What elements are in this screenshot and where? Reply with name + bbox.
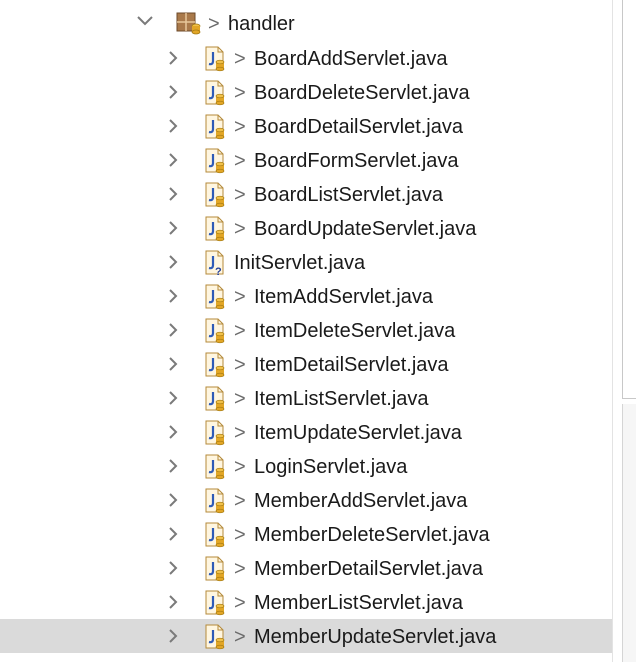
chevron-right-icon[interactable] — [166, 492, 180, 508]
dirty-marker: > — [208, 13, 220, 35]
chevron-right-icon[interactable] — [166, 390, 180, 406]
dirty-marker: > — [234, 592, 246, 614]
file-label: BoardDeleteServlet.java — [254, 82, 470, 104]
java-file-icon: ? — [205, 80, 225, 106]
tree-item-file[interactable]: ? > ItemAddServlet.java — [0, 279, 612, 313]
tree-item-file[interactable]: ? > LoginServlet.java — [0, 449, 612, 483]
java-file-icon: ? — [205, 386, 225, 412]
project-explorer-tree: > handler ? > BoardAddServlet.java — [0, 0, 612, 662]
java-file-icon: ? — [205, 454, 225, 480]
package-icon — [176, 12, 201, 35]
java-file-icon: ? — [205, 114, 225, 140]
chevron-right-icon[interactable] — [166, 118, 180, 134]
dirty-marker: > — [234, 184, 246, 206]
dirty-marker: > — [234, 150, 246, 172]
dirty-marker: > — [234, 82, 246, 104]
chevron-right-icon[interactable] — [166, 628, 180, 644]
tree-item-file[interactable]: ? > MemberListServlet.java — [0, 585, 612, 619]
tree-item-file[interactable]: ? > ItemListServlet.java — [0, 381, 612, 415]
java-file-icon: ? — [205, 216, 225, 242]
file-label: ItemListServlet.java — [254, 388, 429, 410]
dirty-marker: > — [234, 422, 246, 444]
tree-item-file[interactable]: ? > BoardUpdateServlet.java — [0, 211, 612, 245]
tree-item-file[interactable]: ? > MemberAddServlet.java — [0, 483, 612, 517]
tree-item-file[interactable]: ? > ItemUpdateServlet.java — [0, 415, 612, 449]
file-label: ItemAddServlet.java — [254, 286, 433, 308]
dirty-marker: > — [234, 456, 246, 478]
chevron-right-icon[interactable] — [166, 254, 180, 270]
java-file-icon: ? — [205, 250, 224, 276]
tree-item-file[interactable]: ? > MemberUpdateServlet.java — [0, 619, 612, 653]
chevron-right-icon[interactable] — [166, 424, 180, 440]
tree-item-file[interactable]: ? > BoardListServlet.java — [0, 177, 612, 211]
file-label: MemberDetailServlet.java — [254, 558, 483, 580]
java-file-icon: ? — [205, 46, 225, 72]
chevron-down-icon[interactable] — [136, 14, 154, 28]
chevron-right-icon[interactable] — [166, 322, 180, 338]
file-label: BoardFormServlet.java — [254, 150, 459, 172]
java-file-icon: ? — [205, 284, 225, 310]
chevron-right-icon[interactable] — [166, 186, 180, 202]
dirty-marker: > — [234, 218, 246, 240]
dirty-marker: > — [234, 490, 246, 512]
chevron-right-icon[interactable] — [166, 356, 180, 372]
tree-item-file[interactable]: ? > BoardAddServlet.java — [0, 41, 612, 75]
tree-item-file[interactable]: ? > BoardDetailServlet.java — [0, 109, 612, 143]
tree-item-file[interactable]: ? > BoardDeleteServlet.java — [0, 75, 612, 109]
file-label: LoginServlet.java — [254, 456, 408, 478]
chevron-right-icon[interactable] — [166, 458, 180, 474]
file-label: BoardDetailServlet.java — [254, 116, 463, 138]
file-label: InitServlet.java — [234, 252, 366, 274]
chevron-right-icon[interactable] — [166, 152, 180, 168]
chevron-right-icon[interactable] — [166, 594, 180, 610]
file-label: ItemUpdateServlet.java — [254, 422, 462, 444]
dirty-marker: > — [234, 48, 246, 70]
dirty-marker: > — [234, 524, 246, 546]
dirty-marker: > — [234, 354, 246, 376]
chevron-right-icon[interactable] — [166, 526, 180, 542]
file-label: BoardUpdateServlet.java — [254, 218, 477, 240]
editor-panel-edge — [622, 0, 636, 399]
dirty-marker: > — [234, 626, 246, 648]
file-label: MemberDeleteServlet.java — [254, 524, 490, 546]
chevron-right-icon[interactable] — [166, 288, 180, 304]
chevron-right-icon[interactable] — [166, 84, 180, 100]
tree-item-file[interactable]: ? > BoardFormServlet.java — [0, 143, 612, 177]
tree-item-file[interactable]: ? > ItemDeleteServlet.java — [0, 313, 612, 347]
file-label: MemberListServlet.java — [254, 592, 463, 614]
tree-item-file[interactable]: ? > MemberDetailServlet.java — [0, 551, 612, 585]
file-label: ItemDetailServlet.java — [254, 354, 449, 376]
dirty-marker: > — [234, 558, 246, 580]
package-label: handler — [228, 13, 295, 35]
outline-panel-edge — [622, 404, 636, 662]
java-file-icon: ? — [205, 522, 225, 548]
tree-item-file[interactable]: ? > ItemDetailServlet.java — [0, 347, 612, 381]
java-file-icon: ? — [205, 148, 225, 174]
svg-text:?: ? — [215, 266, 222, 276]
java-file-icon: ? — [205, 556, 225, 582]
java-file-icon: ? — [205, 488, 225, 514]
chevron-right-icon[interactable] — [166, 50, 180, 66]
panel-divider — [612, 0, 613, 662]
dirty-marker: > — [234, 320, 246, 342]
tree-item-file[interactable]: ? InitServlet.java — [0, 245, 612, 279]
file-label: MemberUpdateServlet.java — [254, 626, 497, 648]
java-file-icon: ? — [205, 318, 225, 344]
tree-item-file[interactable]: ? > MemberDeleteServlet.java — [0, 517, 612, 551]
file-label: MemberAddServlet.java — [254, 490, 468, 512]
dirty-marker: > — [234, 116, 246, 138]
java-file-icon: ? — [205, 352, 225, 378]
java-file-icon: ? — [205, 182, 225, 208]
chevron-right-icon[interactable] — [166, 560, 180, 576]
dirty-marker: > — [234, 388, 246, 410]
file-label: BoardAddServlet.java — [254, 48, 448, 70]
java-file-icon: ? — [205, 420, 225, 446]
java-file-icon: ? — [205, 590, 225, 616]
chevron-right-icon[interactable] — [166, 220, 180, 236]
dirty-marker: > — [234, 286, 246, 308]
tree-item-package-handler[interactable]: > handler — [0, 6, 612, 40]
file-label: ItemDeleteServlet.java — [254, 320, 456, 342]
java-file-icon: ? — [205, 624, 225, 650]
file-label: BoardListServlet.java — [254, 184, 443, 206]
